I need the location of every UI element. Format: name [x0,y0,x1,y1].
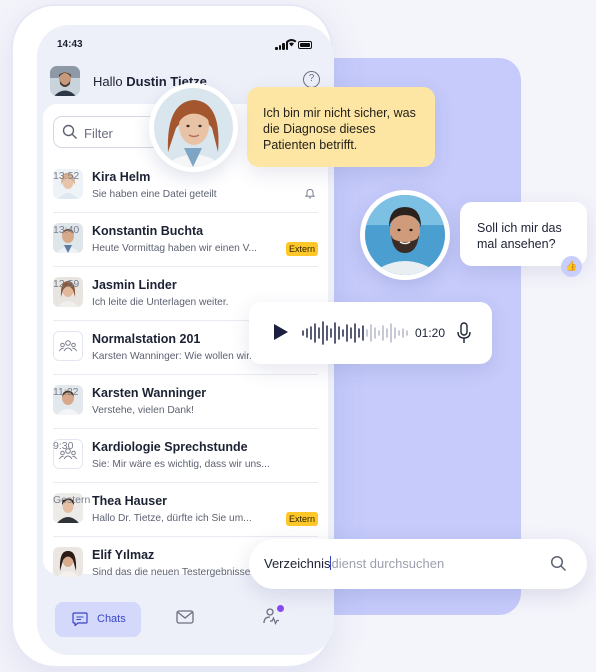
avatar [53,547,83,577]
tab-chats[interactable]: Chats [55,602,141,637]
chat-preview: Karsten Wanninger: Wie wollen wir... [92,351,258,362]
voice-duration: 01:20 [415,326,446,340]
chat-name: Elif Yılmaz [92,548,155,562]
search-icon [62,124,77,139]
doctor-message-text: Ich bin mir nicht sicher, was die Diagno… [263,106,416,152]
question-circle-icon[interactable]: ? [303,71,320,88]
mail-icon[interactable] [176,610,194,624]
search-text: Verzeichnisdienst durchsuchen [264,556,444,571]
chat-time: 13:40 [53,224,80,236]
directory-search-input[interactable]: Verzeichnisdienst durchsuchen [249,539,587,589]
chat-preview: Sie: Mir wäre es wichtig, dass wir uns..… [92,459,270,470]
chat-time: 11:22 [53,386,79,398]
search-typed-text: Verzeichnis [264,556,331,571]
battery-icon [298,41,312,49]
chat-preview: Ich leite die Unterlagen weiter. [92,297,229,308]
chat-icon [72,612,88,626]
chat-preview: Hallo Dr. Tietze, dürfte ich Sie um... [92,513,252,524]
chat-preview: Sind das die neuen Testergebnisse? [92,567,257,578]
play-icon[interactable] [274,324,288,340]
chat-row[interactable]: Karsten Wanninger Verstehe, vielen Dank!… [53,375,318,429]
search-icon[interactable] [550,555,567,572]
colleague-avatar [360,190,450,280]
doctor-message-bubble: Ich bin mir nicht sicher, was die Diagno… [247,87,435,167]
chat-time: 13:52 [53,170,80,182]
tab-chats-label: Chats [97,613,126,625]
colleague-reply-text: Soll ich mir das mal ansehen? [477,221,562,251]
chat-time: 12:59 [53,278,80,290]
chat-row[interactable]: Konstantin Buchta Heute Vormittag haben … [53,213,318,267]
extern-badge: Extern [285,242,318,256]
greeting-text: Hallo [93,74,123,89]
user-avatar[interactable] [50,66,80,96]
status-time: 14:43 [57,39,83,50]
voice-message: 01:20 [249,302,492,364]
bell-icon [305,188,315,199]
chat-preview: Verstehe, vielen Dank! [92,405,194,416]
filter-placeholder: Filter [84,126,113,141]
microphone-icon[interactable] [457,322,471,344]
notification-dot [277,605,284,612]
chat-time: Gestern [53,494,91,506]
wifi-icon [286,38,297,50]
search-placeholder: dienst durchsuchen [331,556,445,571]
tab-bar: Chats [37,588,334,655]
group-icon [53,331,83,361]
doctor-avatar [149,83,238,172]
chat-preview: Heute Vormittag haben wir einen V... [92,243,257,254]
chat-row[interactable]: Thea Hauser Hallo Dr. Tietze, dürfte ich… [53,483,318,537]
extern-badge: Extern [285,512,318,526]
chat-row[interactable]: Kardiologie Sprechstunde Sie: Mir wäre e… [53,429,318,483]
waveform [302,321,408,345]
chat-time: 9:30 [53,440,74,452]
chat-preview: Sie haben eine Datei geteilt [92,189,217,200]
thumbs-up-reaction[interactable]: 👍 [561,256,582,277]
status-bar: 14:43 [57,39,312,53]
chat-name: Normalstation 201 [92,332,201,346]
